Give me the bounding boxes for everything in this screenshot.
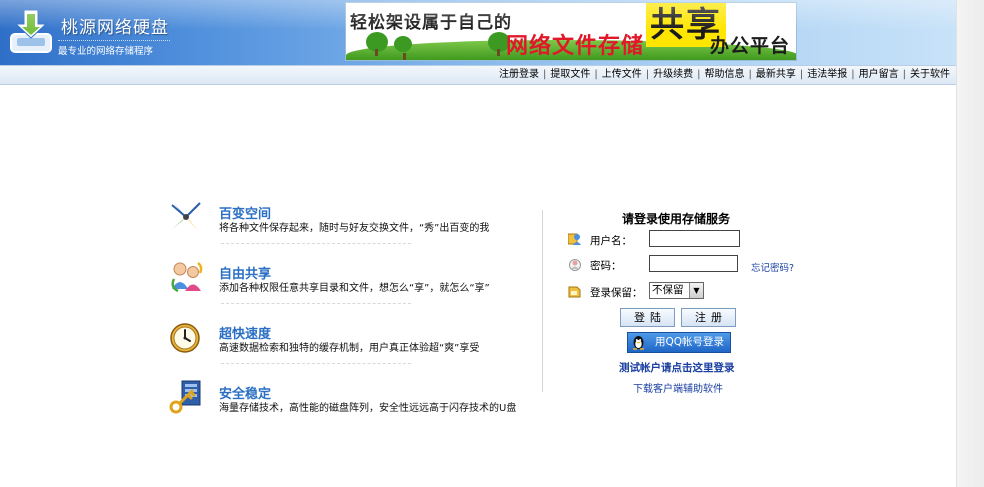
remember-icon xyxy=(568,286,581,298)
banner-tree-icon xyxy=(394,36,412,60)
remember-select[interactable]: 不保留 ▼ xyxy=(649,282,704,299)
qq-penguin-icon xyxy=(633,336,644,350)
clock-icon xyxy=(170,323,200,353)
nav-separator: | xyxy=(645,69,650,80)
feature-desc: 添加各种权限任意共享目录和文件，想怎么“享”，就怎么“享” xyxy=(219,283,490,294)
chevron-down-icon[interactable]: ▼ xyxy=(689,283,703,298)
banner-line-main: 网络文件存储 xyxy=(506,34,645,59)
banner-line-right: 办公平台 xyxy=(710,35,791,57)
logo-icon xyxy=(10,9,52,53)
username-label: 用户名： xyxy=(590,235,632,247)
site-title: 桃源网络硬盘 xyxy=(61,18,169,38)
banner-line-left: 轻松架设属于自己的 xyxy=(350,13,512,33)
divider xyxy=(221,243,411,244)
feature-item: 自由共享 添加各种权限任意共享目录和文件，想怎么“享”，就怎么“享” xyxy=(168,259,528,319)
login-button[interactable]: 登陆 xyxy=(620,308,675,327)
nav-item-help[interactable]: 帮助信息 xyxy=(705,69,745,80)
vertical-divider xyxy=(542,210,543,392)
qq-login-button[interactable]: 用QQ帐号登录 xyxy=(627,332,731,353)
password-input[interactable] xyxy=(649,255,738,272)
key-lock-icon xyxy=(169,380,201,414)
nav-separator: | xyxy=(799,69,804,80)
username-input[interactable] xyxy=(649,230,740,247)
test-account-link[interactable]: 测试帐户请点击这里登录 xyxy=(619,360,735,375)
feature-desc: 海量存储技术，高性能的磁盘阵列，安全性远远高于闪存技术的U盘 xyxy=(219,403,517,414)
register-button[interactable]: 注册 xyxy=(681,308,736,327)
nav-item-report[interactable]: 违法举报 xyxy=(807,69,847,80)
remember-select-value: 不保留 xyxy=(652,284,684,296)
login-title: 请登录使用存储服务 xyxy=(622,212,731,226)
download-client-link[interactable]: 下载客户端辅助软件 xyxy=(633,380,723,395)
nav-item-upgrade[interactable]: 升级续费 xyxy=(653,69,693,80)
feature-desc: 将各种文件保存起来，随时与好友交换文件，“秀”出百变的我 xyxy=(219,223,490,234)
divider xyxy=(221,363,411,364)
forgot-password-link[interactable]: 忘记密码? xyxy=(751,260,794,274)
nav-item-latest-share[interactable]: 最新共享 xyxy=(756,69,796,80)
people-share-icon xyxy=(171,262,203,293)
site-tagline: 最专业的网络存储程序 xyxy=(58,40,170,57)
nav-item-about[interactable]: 关于软件 xyxy=(910,69,950,80)
nav-separator: | xyxy=(543,69,547,80)
divider xyxy=(221,303,411,304)
nav-item-upload-file[interactable]: 上传文件 xyxy=(602,69,642,80)
nav-separator: | xyxy=(851,69,855,80)
password-icon xyxy=(569,259,581,271)
password-label: 密码： xyxy=(590,260,622,272)
site-header: 桃源网络硬盘 最专业的网络存储程序 轻松架设属于自己的 网络文件存储 共享 办公… xyxy=(0,0,956,65)
qq-login-label: 用QQ帐号登录 xyxy=(655,336,725,348)
pinwheel-icon xyxy=(171,202,201,231)
feature-list: 百变空间 将各种文件保存起来，随时与好友交换文件，“秀”出百变的我 自由共享 添… xyxy=(168,199,528,439)
nav-separator: | xyxy=(748,69,752,80)
nav-separator: | xyxy=(902,69,906,80)
banner-ad[interactable]: 轻松架设属于自己的 网络文件存储 共享 办公平台 xyxy=(345,2,797,61)
user-icon xyxy=(568,233,581,245)
feature-item: 安全稳定 海量存储技术，高性能的磁盘阵列，安全性远远高于闪存技术的U盘 xyxy=(168,379,528,439)
banner-tree-icon xyxy=(366,32,388,56)
feature-desc: 高速数据检索和独特的缓存机制，用户真正体验超“爽”享受 xyxy=(219,343,480,354)
nav-separator: | xyxy=(594,69,598,80)
nav-separator: | xyxy=(697,69,701,80)
feature-item: 百变空间 将各种文件保存起来，随时与好友交换文件，“秀”出百变的我 xyxy=(168,199,528,259)
feature-item: 超快速度 高速数据检索和独特的缓存机制，用户真正体验超“爽”享受 xyxy=(168,319,528,379)
nav-item-extract-file[interactable]: 提取文件 xyxy=(550,69,590,80)
remember-label: 登录保留： xyxy=(590,287,643,299)
nav-item-register-login[interactable]: 注册登录 xyxy=(499,69,539,80)
top-nav: 注册登录 | 提取文件 | 上传文件 | 升级续费 | 帮助信息 | 最新共享 | 违法举报 | 用户留言 |… xyxy=(0,65,956,85)
window-edge xyxy=(956,0,984,487)
nav-item-guestbook[interactable]: 用户留言 xyxy=(859,69,899,80)
